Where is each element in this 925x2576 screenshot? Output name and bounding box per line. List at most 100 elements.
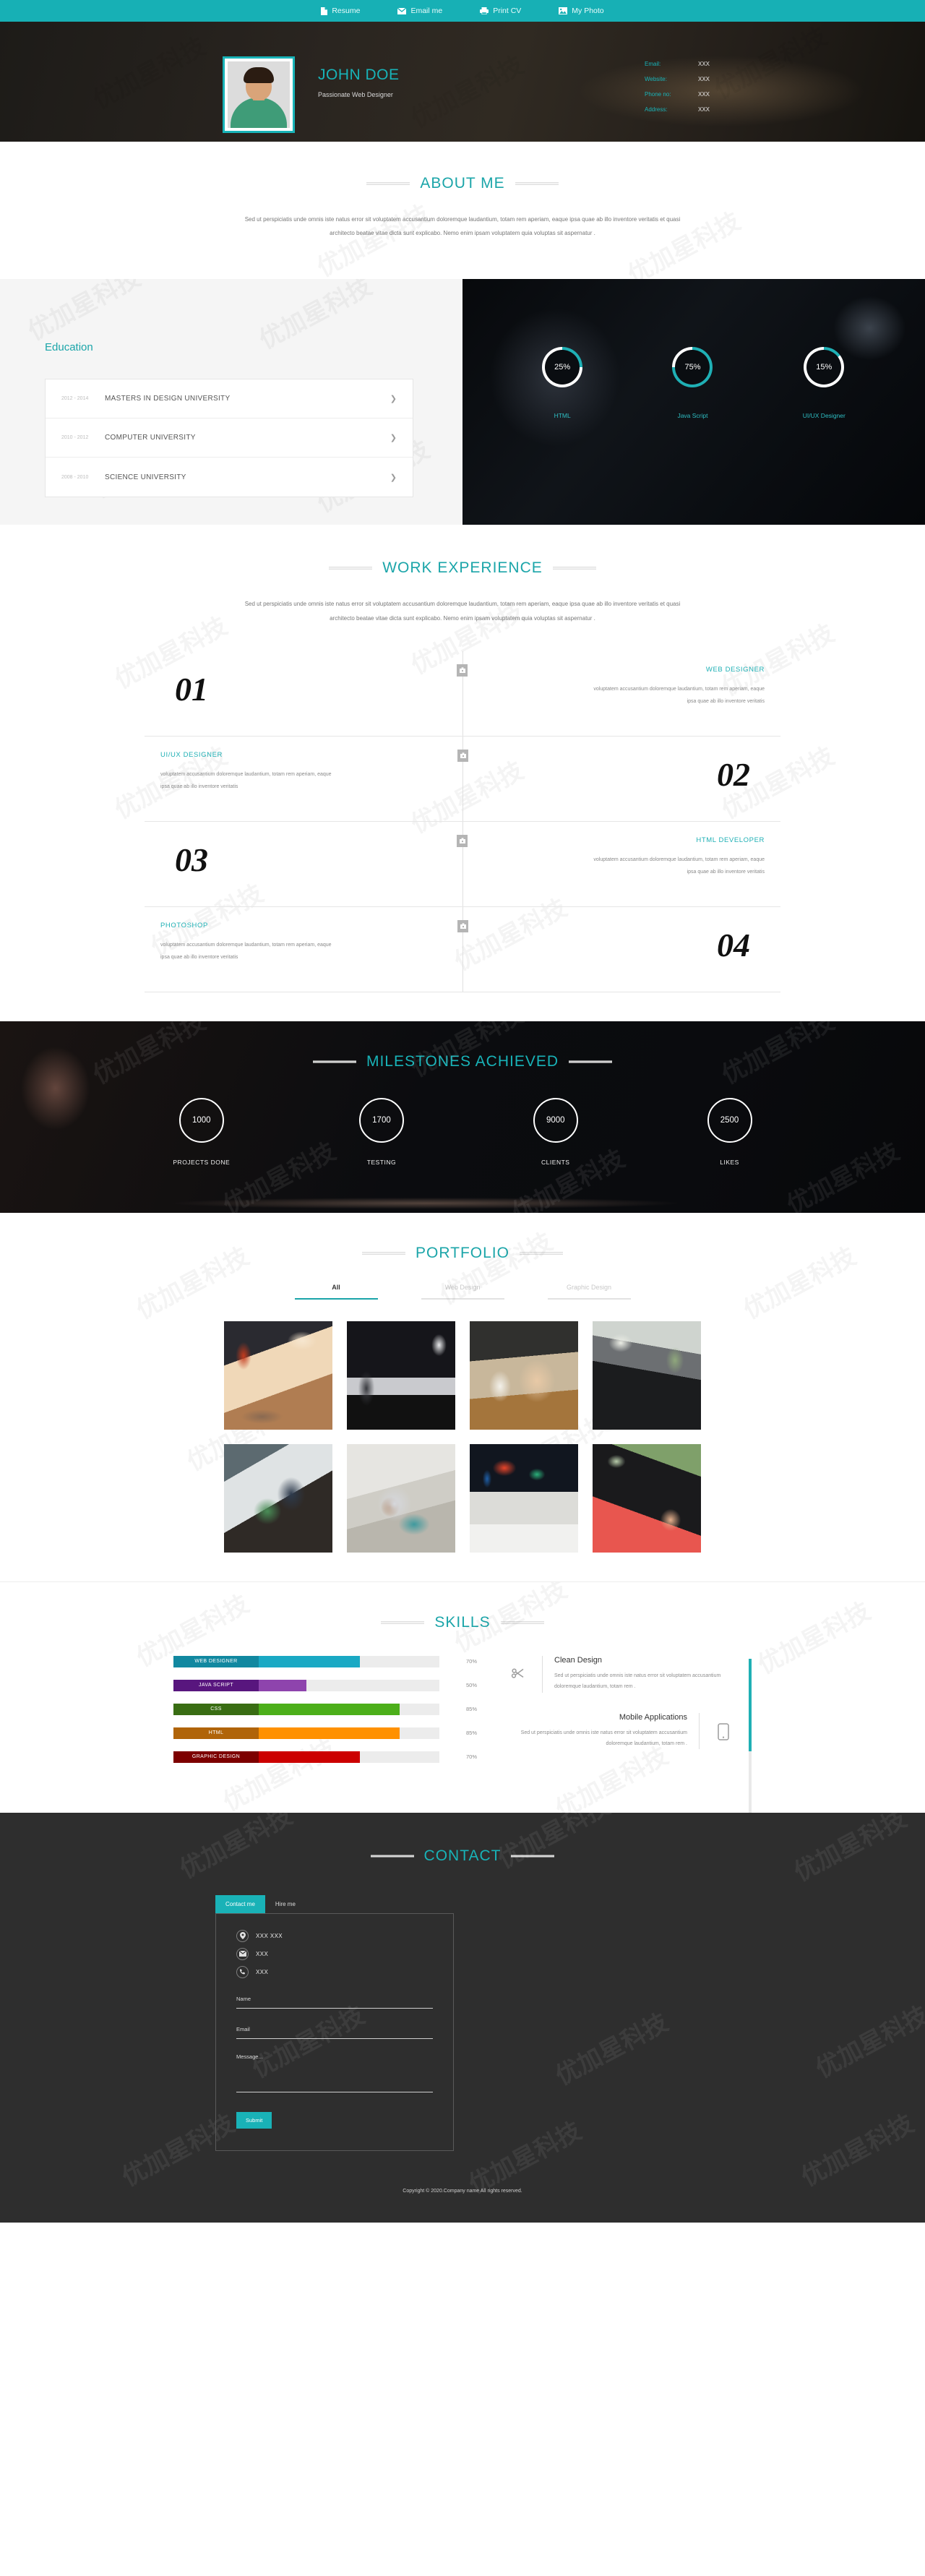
bar-label: CSS: [173, 1703, 259, 1715]
milestone-label: PROJECTS DONE: [173, 1158, 231, 1166]
portfolio-item-hand-holding-phone-photo[interactable]: [347, 1443, 455, 1553]
timeline-number: 01: [175, 670, 208, 708]
contact-row: Email: XXX: [645, 61, 767, 67]
work-timeline: 01 WEB DESIGNER voluptatem accusantium d…: [145, 651, 780, 992]
bar-value: 85%: [465, 1706, 477, 1713]
skills-body: WEB DESIGNER 70% JAVA SCRIPT 50% CSS 85%: [173, 1655, 752, 1813]
bar-label: HTML: [173, 1727, 259, 1739]
accordion-title: SCIENCE UNIVERSITY: [105, 473, 186, 481]
timeline-row: 01 WEB DESIGNER voluptatem accusantium d…: [145, 651, 780, 737]
skills-scrollbar[interactable]: [749, 1658, 752, 1813]
milestones-row: 1000 PROJECTS DONE 1700 TESTING 9000 CLI…: [0, 1097, 925, 1166]
bar-value: 85%: [465, 1730, 477, 1737]
portfolio-item-tablet-website-photo[interactable]: [224, 1443, 332, 1553]
timeline-desc: voluptatem accusantium doloremque laudan…: [593, 686, 765, 704]
gauge-uiux: 15% UI/UX Designer: [803, 347, 846, 419]
gauge-value: 15%: [816, 363, 832, 372]
gauge-label: Java Script: [677, 412, 708, 420]
timeline-number: 02: [717, 755, 750, 793]
accordion-item-masters[interactable]: 2012 - 2014 MASTERS IN DESIGN UNIVERSITY…: [46, 379, 413, 419]
chevron-down-icon[interactable]: ❯: [390, 473, 397, 482]
bar-track: JAVA SCRIPT: [173, 1679, 439, 1691]
contact-line-text: XXX: [256, 1950, 269, 1957]
milestones-section: 优加星科技 优加星科技 优加星科技 优加星科技 优加星科技 优加星科技 MILE…: [0, 1021, 925, 1213]
divider-left: [329, 567, 373, 570]
chevron-down-icon[interactable]: ❯: [390, 433, 397, 442]
topnav-item-my-photo[interactable]: My Photo: [559, 7, 604, 15]
divider-right: [519, 1251, 563, 1255]
bar-track: WEB DESIGNER: [173, 1655, 439, 1667]
accordion-item-computer[interactable]: 2010 - 2012 COMPUTER UNIVERSITY ❯: [46, 418, 413, 458]
portfolio-item-macbook-on-desk-photo[interactable]: [347, 1321, 455, 1430]
timeline-half-right: WEB DESIGNER voluptatem accusantium dolo…: [457, 651, 780, 736]
contact-line-text: XXX: [256, 1968, 269, 1975]
avatar: [223, 56, 295, 133]
tab-contact-me[interactable]: Contact me: [215, 1894, 265, 1913]
milestone-ring: 1700: [358, 1097, 404, 1143]
scissors-icon: [506, 1656, 530, 1680]
contact-row: Phone no: XXX: [645, 91, 767, 98]
milestone-ring: 2500: [707, 1097, 752, 1143]
topnav-item-resume[interactable]: Resume: [321, 7, 360, 15]
timeline-content: PHOTOSHOP voluptatem accusantium dolorem…: [160, 922, 341, 964]
skills-section: 优加星科技 优加星科技 优加星科技 优加星科技 优加星科技 SKILLS WEB…: [0, 1581, 925, 1813]
chevron-down-icon[interactable]: ❯: [390, 394, 397, 403]
accordion-title: MASTERS IN DESIGN UNIVERSITY: [105, 395, 231, 403]
topnav-item-print-cv[interactable]: Print CV: [480, 7, 521, 15]
education-section: 优加星科技 优加星科技 优加星科技 优加星科技 Education 2012 -…: [0, 279, 925, 525]
name-input[interactable]: [236, 1993, 433, 2009]
timeline-number: 03: [175, 841, 208, 878]
divider-right: [569, 1060, 613, 1063]
portfolio-item-person-typing-laptop-photo[interactable]: [593, 1443, 701, 1553]
mobile-icon: [711, 1713, 736, 1740]
work-experience-section: 优加星科技 优加星科技 优加星科技 优加星科技 优加星科技 优加星科技 优加星科…: [0, 525, 925, 1021]
bar-label: JAVA SCRIPT: [173, 1679, 259, 1691]
topnav-item-email-me[interactable]: Email me: [397, 7, 442, 15]
divider-right: [500, 1620, 544, 1624]
submit-button[interactable]: Submit: [236, 2111, 272, 2129]
education-heading: Education: [45, 341, 93, 354]
skill-bar-web-designer: WEB DESIGNER 70%: [173, 1655, 477, 1667]
email-field-wrap: [236, 2022, 433, 2039]
skills-heading-wrap: SKILLS: [0, 1614, 925, 1631]
briefcase-icon: [457, 834, 468, 847]
portfolio-item-keyboard-books-glasses-photo[interactable]: [593, 1321, 701, 1430]
portfolio-item-imac-desk-photo[interactable]: [470, 1443, 578, 1553]
envelope-icon: [236, 1947, 249, 1960]
timeline-half-right: HTML DEVELOPER voluptatem accusantium do…: [457, 822, 780, 906]
skill-card-mobile-applications: Mobile Applications Sed ut perspiciatis …: [506, 1712, 736, 1750]
timeline-title: UI/UX DESIGNER: [160, 750, 223, 759]
tab-web-design[interactable]: Web Design: [421, 1284, 504, 1300]
scrollbar-thumb[interactable]: [749, 1658, 752, 1751]
timeline-number: 04: [717, 926, 750, 963]
gauge-value: 75%: [684, 363, 701, 372]
timeline-content: UI/UX DESIGNER voluptatem accusantium do…: [160, 751, 341, 794]
accordion-years: 2008 - 2010: [61, 474, 89, 480]
work-heading: WORK EXPERIENCE: [382, 559, 543, 577]
gauge-html: 25% HTML: [542, 347, 583, 420]
contact-value: XXX: [698, 76, 710, 82]
portfolio-item-laptop-editing-photo[interactable]: [224, 1321, 332, 1430]
timeline-row: 03 HTML DEVELOPER voluptatem accusantium…: [145, 822, 780, 907]
contact-tabs: Contact me Hire me: [215, 1894, 454, 1913]
timeline-half-left: 01: [145, 651, 462, 736]
bar-track: HTML: [173, 1727, 439, 1739]
accordion-item-science[interactable]: 2008 - 2010 SCIENCE UNIVERSITY ❯: [46, 458, 413, 497]
skills-bar-chart: WEB DESIGNER 70% JAVA SCRIPT 50% CSS 85%: [173, 1655, 477, 1775]
hero-subtitle: Passionate Web Designer: [318, 91, 393, 98]
skill-bar-java-script: JAVA SCRIPT 50%: [173, 1679, 477, 1691]
topnav-label: Resume: [332, 7, 361, 15]
portfolio-item-hands-writing-notes-photo[interactable]: [470, 1321, 578, 1430]
tab-all[interactable]: All: [294, 1284, 378, 1300]
timeline-half-left: UI/UX DESIGNER voluptatem accusantium do…: [145, 737, 468, 821]
tab-hire-me[interactable]: Hire me: [265, 1895, 306, 1913]
gauge-label: HTML: [554, 412, 571, 420]
divider-left: [381, 1620, 425, 1624]
milestone-clients: 9000 CLIENTS: [533, 1097, 578, 1166]
message-textarea[interactable]: [236, 2051, 433, 2092]
email-field[interactable]: [236, 2024, 433, 2039]
milestone-label: CLIENTS: [541, 1158, 570, 1166]
portfolio-grid: [224, 1321, 701, 1553]
tab-graphic-design[interactable]: Graphic Design: [547, 1284, 631, 1300]
work-text: Sed ut perspiciatis unde omnis iste natu…: [244, 601, 681, 622]
